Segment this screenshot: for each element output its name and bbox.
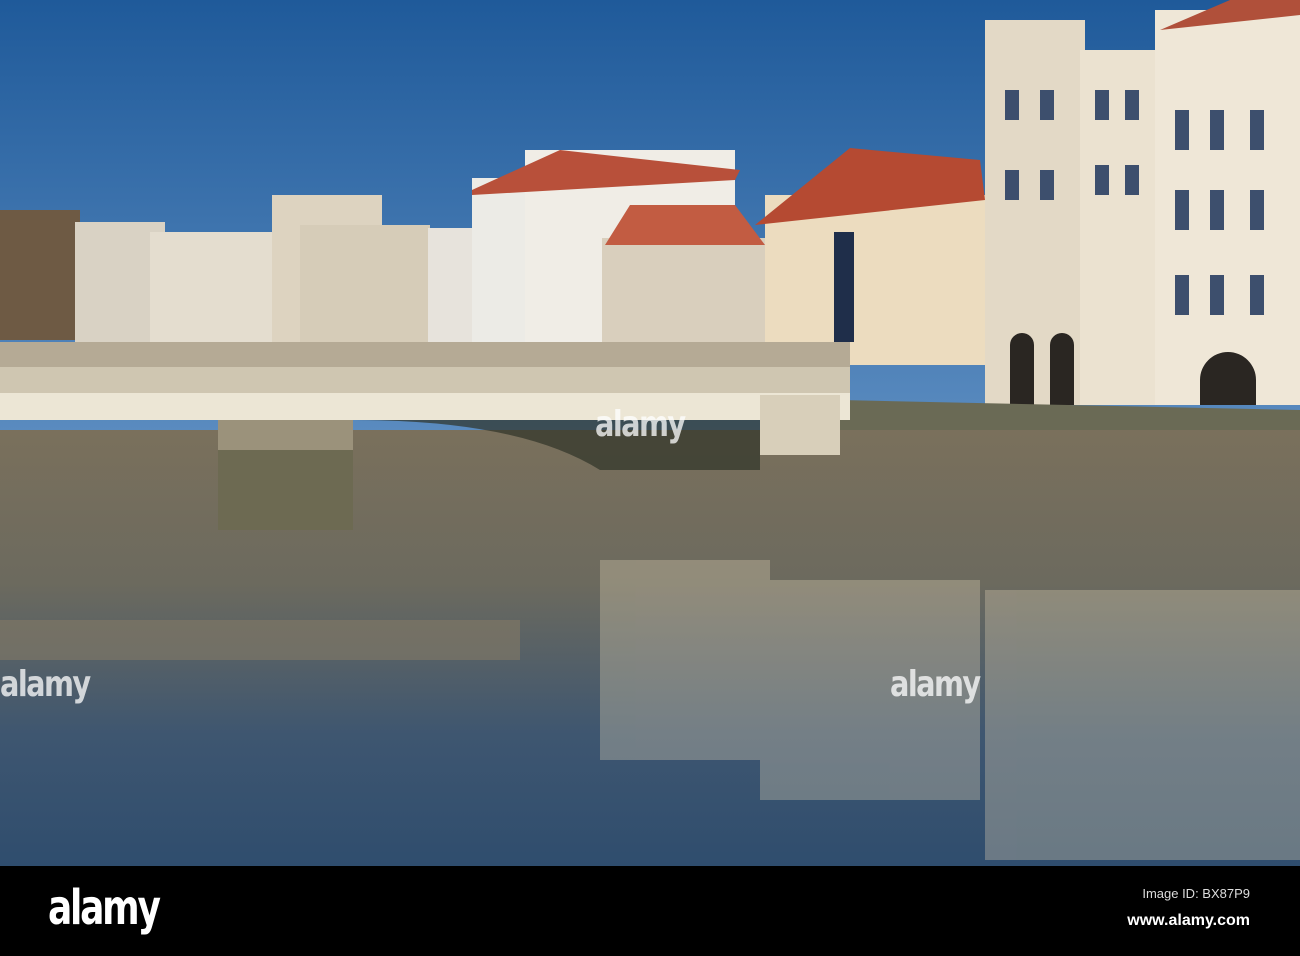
alamy-logo: alamy	[48, 880, 161, 936]
watermark: alamy	[0, 664, 91, 705]
footer-bar: alamy Image ID: BX87P9 www.alamy.com	[0, 866, 1300, 956]
sandbar	[0, 620, 520, 660]
watermark: alamy	[890, 664, 981, 705]
watermark: alamy	[595, 404, 686, 445]
website-link: www.alamy.com	[1127, 912, 1250, 929]
image-id: Image ID: BX87P9	[1142, 886, 1250, 901]
trees	[0, 210, 80, 340]
stock-photo: alamy alamy alamy alamy Image ID: BX87P9…	[0, 0, 1300, 956]
